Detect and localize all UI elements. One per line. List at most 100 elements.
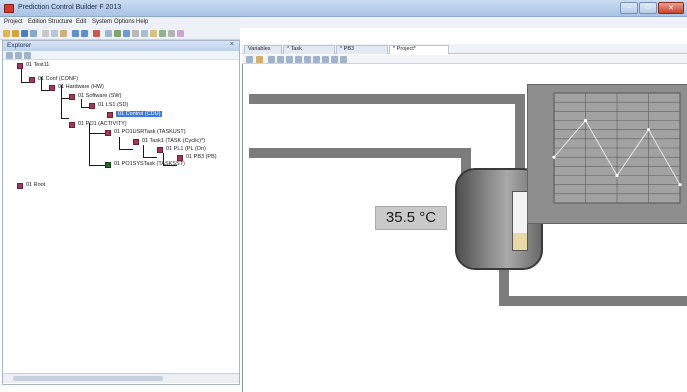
close-icon: ✕ bbox=[668, 5, 674, 12]
tab-project[interactable]: * Project* bbox=[389, 45, 449, 54]
zoom-icon[interactable] bbox=[141, 30, 148, 37]
pipe-outlet bbox=[499, 296, 687, 306]
minimize-button[interactable]: – bbox=[620, 2, 638, 14]
tree-node-label: 01 PO1SYSTask (TASKSST) bbox=[114, 161, 185, 167]
tree-connector bbox=[61, 118, 69, 119]
explorer-panel: Explorer × 01 Test11 01 Conf (CONF) 01 H… bbox=[2, 40, 240, 385]
new-icon[interactable] bbox=[3, 30, 10, 37]
task-icon bbox=[105, 162, 111, 168]
layer-icon[interactable] bbox=[304, 56, 311, 63]
tab-pb3[interactable]: * PB3 bbox=[336, 45, 388, 54]
tree-node-label-selected: 01 Control (CDU) bbox=[116, 111, 163, 117]
text-icon[interactable] bbox=[313, 56, 320, 63]
align-icon[interactable] bbox=[268, 56, 275, 63]
open-icon[interactable] bbox=[12, 30, 19, 37]
folder-open-icon[interactable] bbox=[256, 56, 263, 63]
zoom-out-icon[interactable] bbox=[295, 56, 302, 63]
menu-help[interactable]: Help bbox=[136, 19, 148, 25]
chart-point bbox=[646, 128, 651, 132]
menu-bar: Project Edition Structure Edit System Op… bbox=[0, 17, 687, 28]
maximize-icon: □ bbox=[645, 4, 651, 11]
tree-node-label: 01 Test11 bbox=[26, 62, 50, 68]
tab-task[interactable]: * Task bbox=[283, 45, 335, 54]
pipe-top-down bbox=[515, 94, 525, 176]
tree-node-label: 01 Conf (CONF) bbox=[38, 76, 79, 82]
tools-icon[interactable] bbox=[177, 30, 184, 37]
menu-system[interactable]: System bbox=[92, 19, 112, 25]
menu-edition[interactable]: Edition bbox=[28, 19, 46, 25]
tree-connector bbox=[21, 82, 29, 83]
window-title: Prediction Control Builder F 2013 bbox=[18, 4, 122, 11]
project-tree: 01 Test11 01 Conf (CONF) 01 Hardware (HW… bbox=[3, 62, 239, 363]
run-icon[interactable] bbox=[159, 30, 166, 37]
menu-options[interactable]: Options bbox=[114, 19, 135, 25]
trend-chart bbox=[527, 84, 687, 224]
close-button[interactable]: ✕ bbox=[658, 2, 684, 14]
build-icon[interactable] bbox=[114, 30, 121, 37]
folder-icon bbox=[69, 122, 75, 128]
explorer-horizontal-scrollbar[interactable] bbox=[3, 373, 239, 383]
download-icon[interactable] bbox=[123, 30, 130, 37]
menu-structure[interactable]: Structure bbox=[48, 19, 72, 25]
explorer-close-icon[interactable]: × bbox=[230, 41, 234, 48]
paste-icon[interactable] bbox=[60, 30, 67, 37]
expand-icon[interactable] bbox=[15, 52, 22, 59]
rect-icon[interactable] bbox=[331, 56, 338, 63]
tree-connector bbox=[41, 90, 49, 91]
tree-node-label: 01 LS1 (SD) bbox=[98, 102, 129, 108]
tree-connector bbox=[61, 98, 69, 99]
tree-node-label: 01 PO1USRTask (TASKUST) bbox=[114, 129, 186, 135]
tank-level-fill bbox=[513, 232, 527, 250]
copy-icon[interactable] bbox=[51, 30, 58, 37]
tree-connector bbox=[119, 149, 133, 150]
line-icon[interactable] bbox=[340, 56, 347, 63]
print-icon[interactable] bbox=[30, 30, 37, 37]
folder-icon bbox=[157, 147, 163, 153]
properties-icon[interactable] bbox=[105, 30, 112, 37]
pipe-middle bbox=[249, 148, 471, 158]
explorer-toolbar bbox=[3, 51, 239, 60]
tree-node-label: 01 PB3 (PB) bbox=[186, 154, 217, 160]
settings-icon[interactable] bbox=[132, 30, 139, 37]
tab-variables[interactable]: Variables bbox=[244, 45, 282, 54]
tree-node-label: 01 Task1 (TASK (Cyclic)*) bbox=[142, 138, 206, 144]
cut-icon[interactable] bbox=[42, 30, 49, 37]
folder-icon bbox=[17, 63, 23, 69]
grid-icon[interactable] bbox=[277, 56, 284, 63]
graphics-canvas[interactable]: 35.5 °C bbox=[242, 64, 687, 392]
editor-tab-strip: Variables * Task * PB3 * Project* bbox=[242, 44, 687, 54]
tree-node-label: 01 PO1 (ACTIVITY) bbox=[78, 121, 127, 127]
redo-icon[interactable] bbox=[81, 30, 88, 37]
chart-point bbox=[583, 118, 588, 123]
chart-point bbox=[615, 173, 619, 178]
folder-icon bbox=[107, 112, 113, 118]
menu-project[interactable]: Project bbox=[4, 19, 23, 25]
tree-connector bbox=[81, 107, 89, 108]
folder-icon bbox=[105, 130, 111, 136]
chart-point bbox=[552, 155, 556, 159]
tree-node-label: 01 PL1 (PL (On) bbox=[166, 146, 206, 152]
delete-icon[interactable] bbox=[93, 30, 100, 37]
tree-connector bbox=[89, 133, 105, 134]
menu-edit[interactable]: Edit bbox=[76, 19, 86, 25]
main-toolbar bbox=[0, 28, 240, 40]
tree-connector bbox=[143, 157, 157, 158]
save-icon[interactable] bbox=[21, 30, 28, 37]
stop-icon[interactable] bbox=[168, 30, 175, 37]
filter-icon[interactable] bbox=[24, 52, 31, 59]
pointer-icon[interactable] bbox=[246, 56, 253, 63]
app-icon bbox=[4, 4, 14, 13]
tree-connector bbox=[61, 85, 62, 119]
collapse-icon[interactable] bbox=[6, 52, 13, 59]
tree-node-label: 01 Root bbox=[26, 182, 46, 188]
temperature-display: 35.5 °C bbox=[375, 206, 447, 230]
zoom-in-icon[interactable] bbox=[286, 56, 293, 63]
chart-point bbox=[678, 183, 682, 187]
maximize-button[interactable]: □ bbox=[639, 2, 657, 14]
minimize-icon: – bbox=[627, 4, 631, 11]
undo-icon[interactable] bbox=[72, 30, 79, 37]
search-icon[interactable] bbox=[150, 30, 157, 37]
tree-node-label: 01 Hardware (HW) bbox=[58, 84, 104, 90]
image-icon[interactable] bbox=[322, 56, 329, 63]
scrollbar-thumb[interactable] bbox=[13, 376, 163, 381]
